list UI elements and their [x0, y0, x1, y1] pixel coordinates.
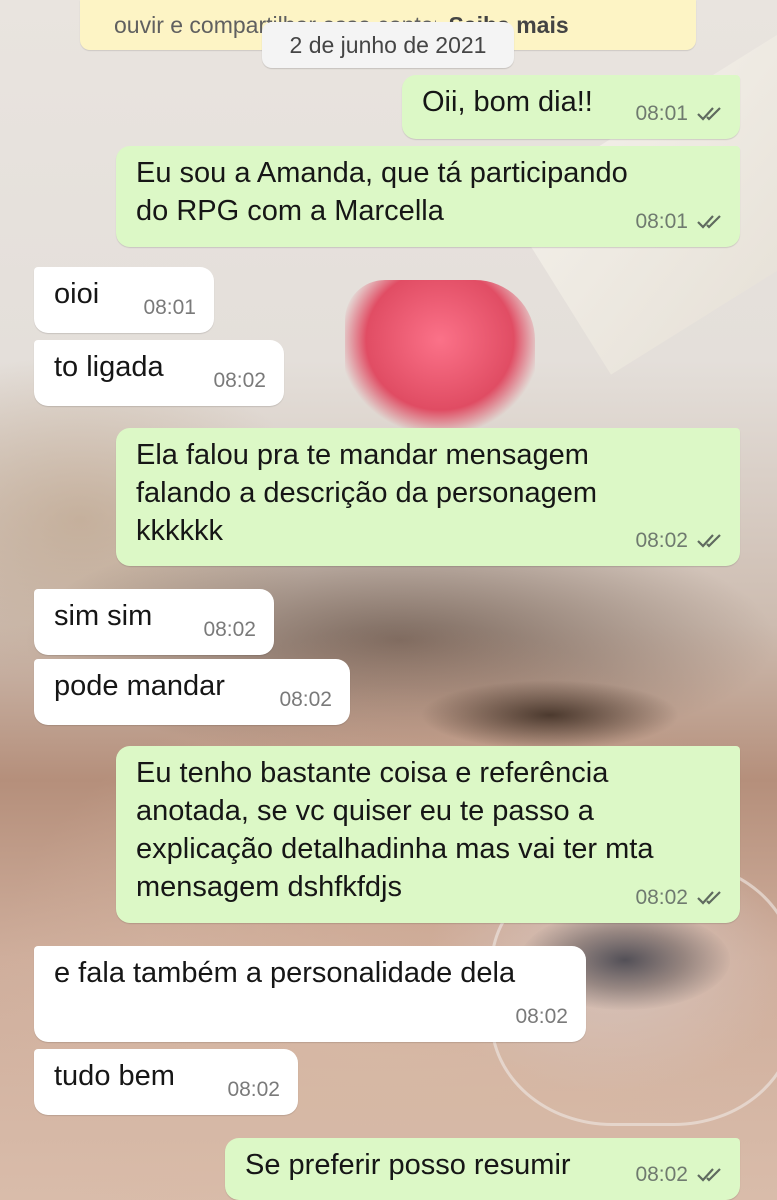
message-incoming[interactable]: tudo bem 08:02: [34, 1049, 298, 1115]
double-check-icon: [696, 533, 724, 549]
message-text-line: kkkkkk: [136, 515, 223, 547]
message-meta: 08:02: [635, 1156, 724, 1194]
message-meta: 08:02: [279, 681, 332, 719]
wallpaper-eyebrow: [420, 680, 680, 750]
message-meta: 08:02: [635, 522, 724, 560]
message-time: 08:02: [635, 886, 688, 909]
message-incoming[interactable]: pode mandar 08:02: [34, 659, 350, 725]
double-check-icon: [696, 1167, 724, 1183]
message-text-line: explicação detalhadinha mas vai ter mta: [136, 833, 654, 865]
message-time: 08:02: [213, 369, 266, 392]
message-meta: 08:02: [213, 362, 266, 400]
message-meta: 08:01: [635, 203, 724, 241]
message-outgoing[interactable]: Eu tenho bastante coisa e referência ano…: [116, 746, 740, 923]
message-time: 08:02: [635, 529, 688, 552]
message-time: 08:02: [227, 1078, 280, 1101]
message-time: 08:01: [635, 210, 688, 233]
wallpaper-toy: [345, 280, 535, 430]
double-check-icon: [696, 890, 724, 906]
date-separator: 2 de junho de 2021: [262, 22, 514, 68]
message-incoming[interactable]: e fala também a personalidade dela 08:02: [34, 946, 586, 1042]
message-outgoing[interactable]: Ela falou pra te mandar mensagem falando…: [116, 428, 740, 566]
message-text-line: e fala também a personalidade dela: [54, 957, 516, 989]
message-time: 08:02: [203, 618, 256, 641]
message-meta: 08:02: [203, 611, 256, 649]
message-time: 08:01: [143, 296, 196, 319]
message-text-line: Eu tenho bastante coisa e referência: [136, 757, 609, 789]
message-outgoing[interactable]: Oii, bom dia!! 08:01: [402, 75, 740, 139]
message-time: 08:02: [279, 688, 332, 711]
message-meta: 08:02: [227, 1071, 280, 1109]
double-check-icon: [696, 214, 724, 230]
message-text-line: Eu sou a Amanda, que tá participando: [136, 157, 628, 189]
message-time: 08:02: [635, 1163, 688, 1186]
message-meta: 08:02: [515, 998, 568, 1036]
message-outgoing[interactable]: Eu sou a Amanda, que tá participando do …: [116, 146, 740, 247]
message-text-line: anotada, se vc quiser eu te passo a: [136, 795, 594, 827]
message-outgoing[interactable]: Se preferir posso resumir 08:02: [225, 1138, 740, 1200]
message-meta: 08:01: [143, 289, 196, 327]
message-text-line: mensagem dshfkfdjs: [136, 871, 402, 903]
message-incoming[interactable]: oioi 08:01: [34, 267, 214, 333]
double-check-icon: [696, 106, 724, 122]
banner-text-start: ouvir e comp: [114, 12, 246, 38]
message-meta: 08:01: [635, 95, 724, 133]
message-time: 08:02: [515, 1005, 568, 1028]
message-incoming[interactable]: to ligada 08:02: [34, 340, 284, 406]
message-text-line: Ela falou pra te mandar mensagem: [136, 439, 589, 471]
message-time: 08:01: [635, 102, 688, 125]
message-text-line: falando a descrição da personagem: [136, 477, 598, 509]
message-text-line: do RPG com a Marcella: [136, 195, 444, 227]
message-meta: 08:02: [635, 879, 724, 917]
message-incoming[interactable]: sim sim 08:02: [34, 589, 274, 655]
